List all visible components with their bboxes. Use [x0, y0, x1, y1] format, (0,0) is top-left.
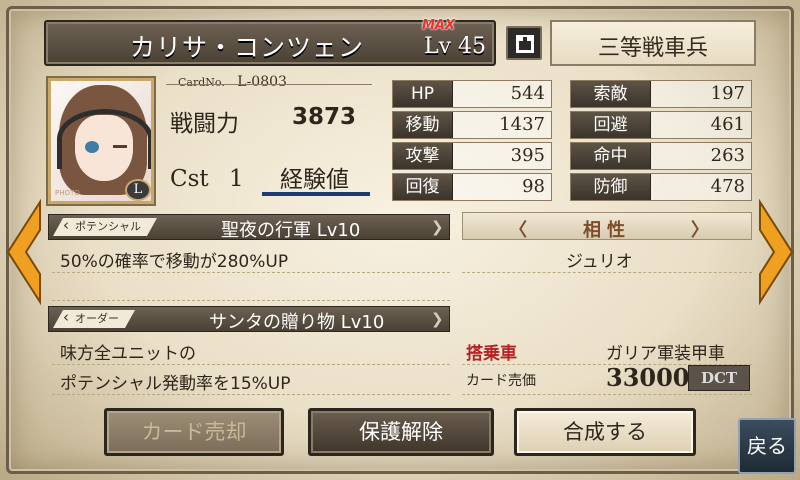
stat-hp: HP 544	[392, 80, 552, 108]
next-arrow-icon[interactable]	[756, 198, 796, 306]
stat-move: 移動 1437	[392, 111, 552, 139]
class-badge: L	[125, 179, 151, 201]
divider	[166, 84, 372, 85]
affinity-bar: 〈 相性 〉	[462, 212, 752, 241]
potential-bar: ポテンシャル 聖夜の行軍 Lv10 ❯	[48, 214, 450, 241]
character-level: Lv 45	[424, 34, 487, 59]
rank-label: 三等戦車兵	[597, 36, 708, 61]
stat-accuracy: 命中 263	[570, 142, 752, 170]
divider	[52, 364, 450, 365]
chevron-right-icon: ❯	[431, 310, 444, 328]
potential-tag: ポテンシャル	[53, 218, 157, 236]
character-name: カリサ・コンツェン	[130, 33, 365, 62]
prev-arrow-icon[interactable]	[4, 198, 44, 306]
divider	[462, 394, 752, 395]
order-title: サンタの贈り物 Lv10	[209, 312, 385, 333]
currency-badge: DCT	[688, 365, 750, 391]
fuse-button[interactable]: 合成する	[514, 408, 696, 456]
cost-value: 1	[229, 166, 244, 192]
stat-search: 索敵 197	[570, 80, 752, 108]
sell-card-button[interactable]: カード売却	[104, 408, 284, 456]
experience-bar	[262, 192, 370, 196]
power-value: 3873	[292, 104, 357, 130]
divider	[462, 272, 752, 273]
order-bar: オーダー サンタの贈り物 Lv10 ❯	[48, 306, 450, 333]
max-badge: MAX	[422, 18, 456, 33]
divider	[52, 272, 450, 273]
cost-label: Cst	[170, 166, 209, 192]
potential-title: 聖夜の行軍 Lv10	[221, 220, 361, 241]
stat-attack: 攻撃 395	[392, 142, 552, 170]
order-description-line1: 味方全ユニットの	[60, 344, 196, 364]
back-button[interactable]: 戻る	[738, 418, 796, 474]
rank-insignia-icon	[506, 26, 542, 60]
unprotect-button[interactable]: 保護解除	[308, 408, 494, 456]
sale-price-label: カード売価	[466, 373, 536, 389]
stat-defense: 防御 478	[570, 173, 752, 201]
photo-tag: PHOTO	[55, 189, 80, 197]
order-tag: オーダー	[53, 310, 135, 328]
experience-label: 経験値	[280, 167, 349, 193]
order-description-line2: ポテンシャル発動率を15%UP	[60, 374, 291, 394]
potential-description: 50%の確率で移動が280%UP	[60, 252, 289, 272]
rank-plate: 三等戦車兵	[550, 20, 756, 66]
divider	[52, 394, 450, 395]
power-label: 戦闘力	[170, 111, 239, 137]
vehicle-value: ガリア軍装甲車	[606, 344, 725, 364]
card-number: CardNo. L-0803	[178, 74, 287, 90]
chevron-right-icon: ❯	[431, 218, 444, 236]
stat-evade: 回避 461	[570, 111, 752, 139]
stat-recovery: 回復 98	[392, 173, 552, 201]
character-portrait[interactable]: PHOTO L	[48, 78, 154, 204]
divider	[52, 300, 450, 301]
name-plate: カリサ・コンツェン MAX Lv 45	[44, 18, 496, 66]
vehicle-label: 搭乗車	[466, 344, 517, 364]
affinity-partner: ジュリオ	[566, 252, 633, 272]
sale-price-value: 33000	[606, 363, 690, 392]
